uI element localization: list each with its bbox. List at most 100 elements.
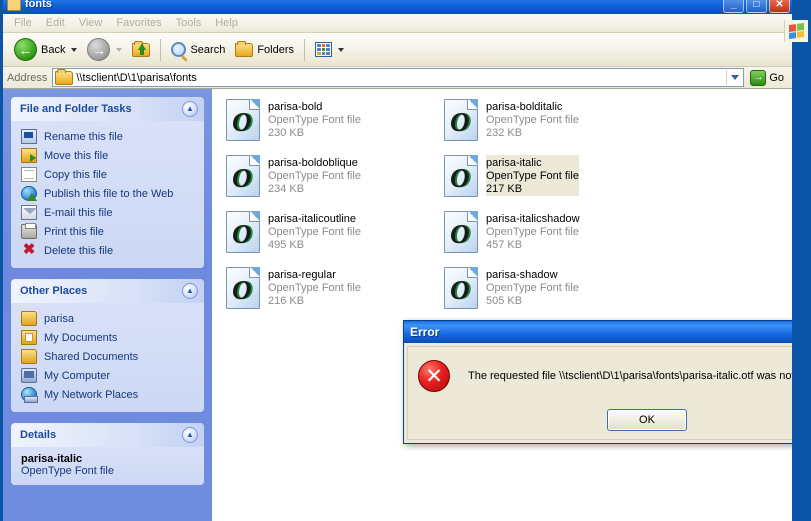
ok-button[interactable]: OK [607, 409, 687, 431]
windows-logo-icon[interactable] [784, 20, 808, 42]
file-name: parisa-boldoblique [268, 157, 358, 169]
move-icon [21, 148, 37, 163]
dialog-titlebar: Error ✕ [404, 321, 792, 343]
sidebar-item-my-documents[interactable]: My Documents [21, 328, 196, 347]
go-button[interactable]: → Go [747, 69, 790, 86]
email-icon [21, 205, 37, 220]
details-panel: Details ▲ parisa-italic OpenType Font fi… [11, 423, 204, 485]
chevron-down-icon [731, 75, 740, 80]
file-item-selected[interactable]: O parisa-italic OpenType Font file 217 K… [444, 153, 662, 209]
file-item[interactable]: O parisa-boldoblique OpenType Font file … [226, 153, 444, 209]
menu-file[interactable]: File [7, 15, 39, 31]
opentype-font-file-icon: O [226, 99, 260, 141]
file-item[interactable]: O parisa-shadow OpenType Font file 505 K… [444, 265, 662, 321]
menu-favorites[interactable]: Favorites [109, 15, 168, 31]
windows-flag-glyph [789, 22, 804, 40]
forward-dropdown-icon[interactable] [116, 47, 123, 52]
file-type: OpenType Font file [268, 170, 361, 182]
place-label: parisa [44, 312, 74, 325]
address-input[interactable]: \\tsclient\D\1\parisa\fonts [52, 68, 745, 87]
views-dropdown-icon[interactable] [338, 47, 345, 52]
menu-edit[interactable]: Edit [39, 15, 72, 31]
forward-button[interactable]: → [82, 36, 127, 64]
file-name: parisa-italicoutline [268, 213, 357, 225]
search-button[interactable]: Search [166, 36, 230, 64]
dialog-message-row: ✕ The requested file \\tsclient\D\1\pari… [408, 347, 792, 392]
sidebar-item-parisa[interactable]: parisa [21, 309, 196, 328]
file-name: parisa-bold [268, 101, 323, 113]
menu-view[interactable]: View [72, 15, 110, 31]
file-list-pane[interactable]: O parisa-bold OpenType Font file 230 KB … [212, 89, 792, 521]
sidebar-item-rename-file[interactable]: Rename this file [21, 127, 196, 146]
tasks-panel-title: File and Folder Tasks [20, 103, 132, 115]
task-label: E-mail this file [44, 206, 113, 219]
other-places-panel: Other Places ▲ parisa My Documents Share… [11, 279, 204, 412]
details-file-name: parisa-italic [21, 453, 83, 465]
explorer-window: fonts _ □ ✕ File Edit View Favorites Too… [0, 0, 795, 521]
dialog-message: The requested file \\tsclient\D\1\parisa… [468, 370, 792, 382]
file-item[interactable]: O parisa-regular OpenType Font file 216 … [226, 265, 444, 321]
my-documents-icon [21, 330, 37, 345]
sidebar-item-publish-web[interactable]: Publish this file to the Web [21, 184, 196, 203]
file-item[interactable]: O parisa-italicshadow OpenType Font file… [444, 209, 662, 265]
folder-window-icon [7, 0, 21, 11]
menu-tools[interactable]: Tools [169, 15, 209, 31]
go-arrow-icon: → [750, 69, 767, 86]
file-name: parisa-italicshadow [486, 213, 580, 225]
delete-icon: ✖ [22, 241, 36, 258]
file-size: 230 KB [268, 127, 305, 139]
toolbar-separator-2 [304, 38, 306, 61]
file-item[interactable]: O parisa-bolditalic OpenType Font file 2… [444, 97, 662, 153]
file-size: 495 KB [268, 239, 305, 251]
task-label: Copy this file [44, 168, 107, 181]
file-type: OpenType Font file [486, 114, 579, 126]
sidebar-item-move-file[interactable]: Move this file [21, 146, 196, 165]
opentype-font-file-icon: O [444, 211, 478, 253]
sidebar-item-shared-documents[interactable]: Shared Documents [21, 347, 196, 366]
file-item[interactable]: O parisa-bold OpenType Font file 230 KB [226, 97, 444, 153]
chevron-up-icon[interactable]: ▲ [182, 427, 198, 443]
toolbar-separator [160, 38, 162, 61]
rename-icon [21, 129, 37, 144]
up-button[interactable] [127, 36, 155, 64]
dialog-button-row: OK [408, 409, 792, 431]
go-label: Go [769, 71, 784, 84]
minimize-button[interactable]: _ [723, 0, 744, 13]
sidebar-item-copy-file[interactable]: Copy this file [21, 165, 196, 184]
address-dropdown-button[interactable] [726, 70, 741, 85]
sidebar-item-delete-file[interactable]: ✖ Delete this file [21, 241, 196, 260]
place-label: Shared Documents [44, 350, 139, 363]
tasks-panel-header[interactable]: File and Folder Tasks ▲ [11, 97, 204, 121]
file-name: parisa-regular [268, 269, 336, 281]
details-panel-header[interactable]: Details ▲ [11, 423, 204, 447]
menu-help[interactable]: Help [208, 15, 245, 31]
address-label: Address [7, 71, 48, 84]
folders-button[interactable]: Folders [230, 36, 299, 64]
task-label: Delete this file [44, 244, 114, 257]
sidebar-item-my-computer[interactable]: My Computer [21, 366, 196, 385]
error-dialog: Error ✕ ✕ The requested file \\tsclient\… [403, 320, 792, 444]
folders-icon [235, 40, 254, 57]
dialog-content: ✕ The requested file \\tsclient\D\1\pari… [407, 346, 792, 440]
places-panel-header[interactable]: Other Places ▲ [11, 279, 204, 303]
menu-bar: File Edit View Favorites Tools Help [3, 14, 792, 33]
maximize-button[interactable]: □ [746, 0, 767, 13]
address-folder-icon [55, 68, 74, 85]
close-button[interactable]: ✕ [769, 0, 790, 13]
details-panel-title: Details [20, 429, 57, 441]
back-button[interactable]: ← Back [9, 36, 82, 64]
sidebar-item-my-network-places[interactable]: My Network Places [21, 385, 196, 404]
sidebar-item-print-file[interactable]: Print this file [21, 222, 196, 241]
views-button[interactable] [310, 36, 349, 64]
file-type: OpenType Font file [268, 226, 361, 238]
file-name: parisa-italic [486, 157, 542, 169]
chevron-up-icon[interactable]: ▲ [182, 283, 198, 299]
back-dropdown-icon[interactable] [71, 47, 78, 52]
task-label: Rename this file [44, 130, 123, 143]
file-item[interactable]: O parisa-italicoutline OpenType Font fil… [226, 209, 444, 265]
file-type: OpenType Font file [268, 114, 361, 126]
chevron-up-icon[interactable]: ▲ [182, 101, 198, 117]
sidebar-item-email-file[interactable]: E-mail this file [21, 203, 196, 222]
tasks-panel-body: Rename this file Move this file Copy thi… [11, 121, 204, 268]
file-size: 457 KB [486, 239, 523, 251]
